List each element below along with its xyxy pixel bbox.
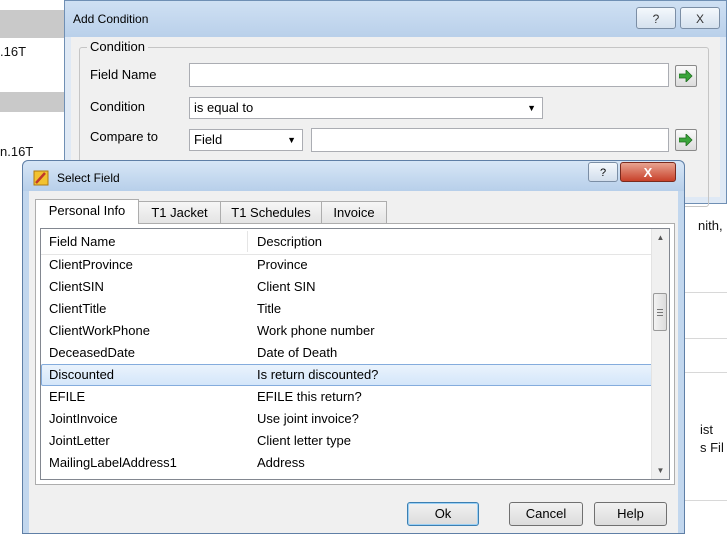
tab-invoice[interactable]: Invoice	[321, 201, 387, 223]
ok-button[interactable]: Ok	[407, 502, 479, 526]
add-condition-titlebar[interactable]: Add Condition ? X	[65, 1, 726, 37]
help-icon: ?	[652, 12, 660, 26]
background-band	[0, 10, 64, 38]
personal-info-panel: Field Name Description ClientProvince Pr…	[35, 223, 675, 485]
grip-line	[657, 315, 663, 316]
help-button[interactable]: ?	[588, 162, 618, 182]
tab-t1-jacket[interactable]: T1 Jacket	[138, 201, 221, 223]
scroll-thumb[interactable]	[653, 293, 667, 331]
background-text: n.16T	[0, 144, 34, 159]
compare-to-select[interactable]: Field ▼	[189, 129, 303, 151]
field-name-cell: Discounted	[49, 367, 115, 382]
close-icon: X	[695, 12, 704, 26]
add-condition-title: Add Condition	[73, 12, 149, 26]
scroll-up-icon[interactable]: ▲	[652, 229, 669, 246]
field-name-cell: ClientTitle	[49, 301, 107, 316]
help-text-button[interactable]: Help	[594, 502, 667, 526]
list-header: Field Name Description	[41, 229, 653, 255]
column-divider[interactable]	[247, 231, 248, 252]
background-band	[0, 92, 64, 112]
select-field-titlebar[interactable]: Select Field ? X	[23, 161, 684, 191]
condition-group-label: Condition	[87, 39, 148, 54]
close-button[interactable]: X	[680, 7, 720, 29]
background-text: s Fil	[700, 440, 724, 455]
list-item[interactable]: ClientProvince Province	[41, 254, 653, 276]
app-logo-icon	[33, 170, 49, 186]
field-name-cell: JointInvoice	[49, 411, 118, 426]
field-name-pick-button[interactable]	[675, 65, 697, 87]
description-cell: EFILE this return?	[257, 389, 362, 404]
field-name-cell: ClientProvince	[49, 257, 133, 272]
select-field-dialog: Select Field ? X Personal Info T1 Jacket…	[22, 160, 685, 534]
tab-label: T1 Jacket	[151, 205, 208, 220]
grip-line	[657, 312, 663, 313]
close-button[interactable]: X	[620, 162, 676, 182]
background-text: nith,	[698, 218, 723, 233]
help-icon: ?	[599, 167, 607, 179]
field-list: Field Name Description ClientProvince Pr…	[40, 228, 670, 480]
list-item[interactable]: ClientSIN Client SIN	[41, 276, 653, 298]
field-name-input[interactable]	[189, 63, 669, 87]
background-divider	[685, 338, 727, 339]
compare-to-value: Field	[194, 132, 223, 147]
condition-select[interactable]: is equal to ▼	[189, 97, 543, 119]
cancel-button[interactable]: Cancel	[509, 502, 583, 526]
field-name-label: Field Name	[90, 67, 157, 82]
ok-label: Ok	[434, 506, 452, 521]
close-icon: X	[643, 165, 653, 180]
chevron-down-icon: ▼	[287, 135, 296, 145]
tab-label: Invoice	[333, 205, 375, 220]
field-name-cell: DeceasedDate	[49, 345, 135, 360]
background-text: .16T	[0, 44, 27, 59]
column-header-description[interactable]: Description	[257, 229, 322, 254]
field-name-cell: MailingLabelAddress1	[49, 455, 177, 470]
list-item[interactable]: MailingLabelAddress1 Address	[41, 452, 653, 474]
arrow-right-icon	[679, 134, 693, 146]
compare-to-label: Compare to	[90, 129, 158, 144]
tab-label: Personal Info	[48, 203, 126, 218]
tab-t1-schedules[interactable]: T1 Schedules	[220, 201, 322, 223]
condition-label: Condition	[90, 99, 145, 114]
condition-value: is equal to	[194, 100, 254, 115]
background-divider	[685, 500, 727, 501]
list-item[interactable]: JointLetter Client letter type	[41, 430, 653, 452]
description-cell: Work phone number	[257, 323, 375, 338]
list-item[interactable]: EFILE EFILE this return?	[41, 386, 653, 408]
tab-label: T1 Schedules	[231, 205, 311, 220]
list-item[interactable]: JointInvoice Use joint invoice?	[41, 408, 653, 430]
description-cell: Province	[257, 257, 308, 272]
list-item[interactable]: ClientTitle Title	[41, 298, 653, 320]
arrow-right-icon	[679, 70, 693, 82]
background-divider	[685, 372, 727, 373]
description-cell: Date of Death	[257, 345, 338, 360]
scroll-down-icon[interactable]: ▼	[652, 462, 669, 479]
help-button[interactable]: ?	[636, 7, 676, 29]
compare-value-input[interactable]	[311, 128, 669, 152]
list-item-selected[interactable]: Discounted Is return discounted?	[41, 364, 653, 386]
compare-pick-button[interactable]	[675, 129, 697, 151]
description-cell: Client letter type	[257, 433, 351, 448]
list-item[interactable]: DeceasedDate Date of Death	[41, 342, 653, 364]
description-cell: Title	[257, 301, 282, 316]
description-cell: Use joint invoice?	[257, 411, 359, 426]
chevron-down-icon: ▼	[527, 103, 536, 113]
cancel-label: Cancel	[525, 506, 567, 521]
field-name-cell: JointLetter	[49, 433, 110, 448]
tab-personal-info[interactable]: Personal Info	[35, 199, 139, 224]
vertical-scrollbar[interactable]: ▲ ▼	[651, 229, 669, 479]
field-name-cell: EFILE	[49, 389, 86, 404]
description-cell: Is return discounted?	[257, 367, 379, 382]
column-header-field-name[interactable]: Field Name	[49, 229, 115, 254]
list-item[interactable]: ClientWorkPhone Work phone number	[41, 320, 653, 342]
field-name-cell: ClientWorkPhone	[49, 323, 150, 338]
select-field-title: Select Field	[57, 171, 120, 185]
background-text: ist	[700, 422, 713, 437]
description-cell: Address	[257, 455, 305, 470]
select-field-body: Personal Info T1 Jacket T1 Schedules Inv…	[29, 191, 678, 533]
help-label: Help	[617, 506, 644, 521]
description-cell: Client SIN	[257, 279, 316, 294]
background-divider	[685, 292, 727, 293]
field-name-cell: ClientSIN	[49, 279, 104, 294]
grip-line	[657, 309, 663, 310]
